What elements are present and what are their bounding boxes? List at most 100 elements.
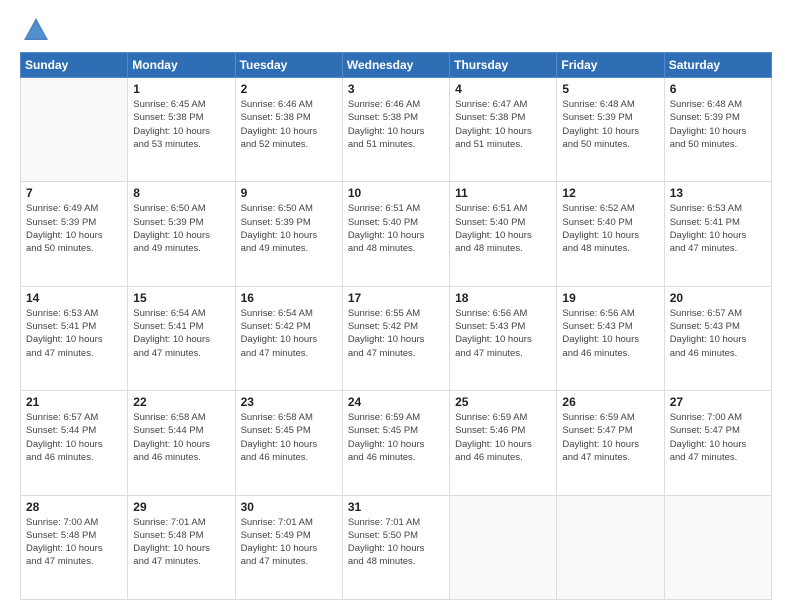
day-number: 6 (670, 82, 766, 96)
day-number: 24 (348, 395, 444, 409)
day-info: Sunrise: 6:46 AMSunset: 5:38 PMDaylight:… (348, 98, 444, 151)
calendar-week-4: 21 Sunrise: 6:57 AMSunset: 5:44 PMDayligh… (21, 391, 772, 495)
day-number: 26 (562, 395, 658, 409)
day-number: 17 (348, 291, 444, 305)
calendar-cell: 17 Sunrise: 6:55 AMSunset: 5:42 PMDayligh… (342, 286, 449, 390)
calendar-cell: 3 Sunrise: 6:46 AMSunset: 5:38 PMDaylight… (342, 78, 449, 182)
day-number: 13 (670, 186, 766, 200)
calendar-cell: 11Sunrise: 6:51 AMSunset: 5:40 PMDayligh… (450, 182, 557, 286)
day-number: 8 (133, 186, 229, 200)
day-number: 10 (348, 186, 444, 200)
day-info: Sunrise: 6:54 AMSunset: 5:41 PMDaylight:… (133, 307, 229, 360)
calendar-cell: 26 Sunrise: 6:59 AMSunset: 5:47 PMDayligh… (557, 391, 664, 495)
day-info: Sunrise: 7:01 AMSunset: 5:48 PMDaylight:… (133, 516, 229, 569)
calendar-cell: 7 Sunrise: 6:49 AMSunset: 5:39 PMDaylight… (21, 182, 128, 286)
day-number: 21 (26, 395, 122, 409)
weekday-header-tuesday: Tuesday (235, 53, 342, 78)
day-info: Sunrise: 6:50 AMSunset: 5:39 PMDaylight:… (241, 202, 337, 255)
logo (20, 16, 50, 44)
calendar-week-1: 1Sunrise: 6:45 AMSunset: 5:38 PMDaylight… (21, 78, 772, 182)
calendar-cell: 23 Sunrise: 6:58 AMSunset: 5:45 PMDayligh… (235, 391, 342, 495)
calendar-cell: 21 Sunrise: 6:57 AMSunset: 5:44 PMDayligh… (21, 391, 128, 495)
day-info: Sunrise: 6:59 AMSunset: 5:46 PMDaylight:… (455, 411, 551, 464)
day-number: 25 (455, 395, 551, 409)
calendar-cell: 5Sunrise: 6:48 AMSunset: 5:39 PMDaylight… (557, 78, 664, 182)
day-number: 16 (241, 291, 337, 305)
calendar-week-2: 7 Sunrise: 6:49 AMSunset: 5:39 PMDaylight… (21, 182, 772, 286)
day-info: Sunrise: 6:48 AMSunset: 5:39 PMDaylight:… (670, 98, 766, 151)
day-info: Sunrise: 6:51 AMSunset: 5:40 PMDaylight:… (348, 202, 444, 255)
page: SundayMondayTuesdayWednesdayThursdayFrid… (0, 0, 792, 612)
day-number: 9 (241, 186, 337, 200)
calendar-cell: 22 Sunrise: 6:58 AMSunset: 5:44 PMDayligh… (128, 391, 235, 495)
day-info: Sunrise: 6:49 AMSunset: 5:39 PMDaylight:… (26, 202, 122, 255)
day-number: 18 (455, 291, 551, 305)
day-number: 3 (348, 82, 444, 96)
calendar-cell: 4 Sunrise: 6:47 AMSunset: 5:38 PMDaylight… (450, 78, 557, 182)
day-number: 12 (562, 186, 658, 200)
day-number: 11 (455, 186, 551, 200)
calendar-cell (557, 495, 664, 599)
day-number: 22 (133, 395, 229, 409)
day-info: Sunrise: 6:53 AMSunset: 5:41 PMDaylight:… (26, 307, 122, 360)
day-number: 23 (241, 395, 337, 409)
day-number: 15 (133, 291, 229, 305)
calendar-cell: 28 Sunrise: 7:00 AMSunset: 5:48 PMDayligh… (21, 495, 128, 599)
calendar-cell: 1Sunrise: 6:45 AMSunset: 5:38 PMDaylight… (128, 78, 235, 182)
calendar-cell: 27Sunrise: 7:00 AMSunset: 5:47 PMDayligh… (664, 391, 771, 495)
day-info: Sunrise: 6:55 AMSunset: 5:42 PMDaylight:… (348, 307, 444, 360)
calendar-cell: 6 Sunrise: 6:48 AMSunset: 5:39 PMDaylight… (664, 78, 771, 182)
day-info: Sunrise: 7:01 AMSunset: 5:49 PMDaylight:… (241, 516, 337, 569)
calendar-cell: 13 Sunrise: 6:53 AMSunset: 5:41 PMDayligh… (664, 182, 771, 286)
day-info: Sunrise: 6:46 AMSunset: 5:38 PMDaylight:… (241, 98, 337, 151)
calendar-week-3: 14 Sunrise: 6:53 AMSunset: 5:41 PMDayligh… (21, 286, 772, 390)
day-number: 28 (26, 500, 122, 514)
calendar-cell: 8 Sunrise: 6:50 AMSunset: 5:39 PMDaylight… (128, 182, 235, 286)
day-info: Sunrise: 7:00 AMSunset: 5:48 PMDaylight:… (26, 516, 122, 569)
day-info: Sunrise: 6:59 AMSunset: 5:47 PMDaylight:… (562, 411, 658, 464)
day-number: 19 (562, 291, 658, 305)
day-number: 4 (455, 82, 551, 96)
day-info: Sunrise: 6:54 AMSunset: 5:42 PMDaylight:… (241, 307, 337, 360)
day-number: 14 (26, 291, 122, 305)
weekday-header-friday: Friday (557, 53, 664, 78)
calendar-cell: 29Sunrise: 7:01 AMSunset: 5:48 PMDayligh… (128, 495, 235, 599)
calendar-cell: 18 Sunrise: 6:56 AMSunset: 5:43 PMDayligh… (450, 286, 557, 390)
day-info: Sunrise: 6:56 AMSunset: 5:43 PMDaylight:… (562, 307, 658, 360)
day-number: 31 (348, 500, 444, 514)
calendar-cell (450, 495, 557, 599)
day-info: Sunrise: 6:47 AMSunset: 5:38 PMDaylight:… (455, 98, 551, 151)
day-info: Sunrise: 7:00 AMSunset: 5:47 PMDaylight:… (670, 411, 766, 464)
day-info: Sunrise: 6:48 AMSunset: 5:39 PMDaylight:… (562, 98, 658, 151)
day-info: Sunrise: 6:58 AMSunset: 5:45 PMDaylight:… (241, 411, 337, 464)
calendar-cell: 19 Sunrise: 6:56 AMSunset: 5:43 PMDayligh… (557, 286, 664, 390)
day-info: Sunrise: 6:45 AMSunset: 5:38 PMDaylight:… (133, 98, 229, 151)
day-info: Sunrise: 6:57 AMSunset: 5:43 PMDaylight:… (670, 307, 766, 360)
calendar-cell: 12Sunrise: 6:52 AMSunset: 5:40 PMDayligh… (557, 182, 664, 286)
day-number: 7 (26, 186, 122, 200)
calendar-cell: 10 Sunrise: 6:51 AMSunset: 5:40 PMDayligh… (342, 182, 449, 286)
day-info: Sunrise: 6:50 AMSunset: 5:39 PMDaylight:… (133, 202, 229, 255)
day-number: 2 (241, 82, 337, 96)
calendar-cell (21, 78, 128, 182)
calendar-cell: 16 Sunrise: 6:54 AMSunset: 5:42 PMDayligh… (235, 286, 342, 390)
calendar-cell: 20Sunrise: 6:57 AMSunset: 5:43 PMDayligh… (664, 286, 771, 390)
day-info: Sunrise: 6:56 AMSunset: 5:43 PMDaylight:… (455, 307, 551, 360)
day-info: Sunrise: 6:58 AMSunset: 5:44 PMDaylight:… (133, 411, 229, 464)
day-info: Sunrise: 6:57 AMSunset: 5:44 PMDaylight:… (26, 411, 122, 464)
weekday-header-saturday: Saturday (664, 53, 771, 78)
calendar-week-5: 28 Sunrise: 7:00 AMSunset: 5:48 PMDayligh… (21, 495, 772, 599)
weekday-header-thursday: Thursday (450, 53, 557, 78)
calendar-cell: 2 Sunrise: 6:46 AMSunset: 5:38 PMDaylight… (235, 78, 342, 182)
calendar-cell: 15 Sunrise: 6:54 AMSunset: 5:41 PMDayligh… (128, 286, 235, 390)
day-info: Sunrise: 6:53 AMSunset: 5:41 PMDaylight:… (670, 202, 766, 255)
day-number: 30 (241, 500, 337, 514)
calendar-cell: 14 Sunrise: 6:53 AMSunset: 5:41 PMDayligh… (21, 286, 128, 390)
calendar-cell: 25 Sunrise: 6:59 AMSunset: 5:46 PMDayligh… (450, 391, 557, 495)
weekday-header-monday: Monday (128, 53, 235, 78)
calendar-cell: 24 Sunrise: 6:59 AMSunset: 5:45 PMDayligh… (342, 391, 449, 495)
weekday-header-wednesday: Wednesday (342, 53, 449, 78)
day-info: Sunrise: 6:59 AMSunset: 5:45 PMDaylight:… (348, 411, 444, 464)
calendar-cell: 9 Sunrise: 6:50 AMSunset: 5:39 PMDaylight… (235, 182, 342, 286)
calendar-cell (664, 495, 771, 599)
